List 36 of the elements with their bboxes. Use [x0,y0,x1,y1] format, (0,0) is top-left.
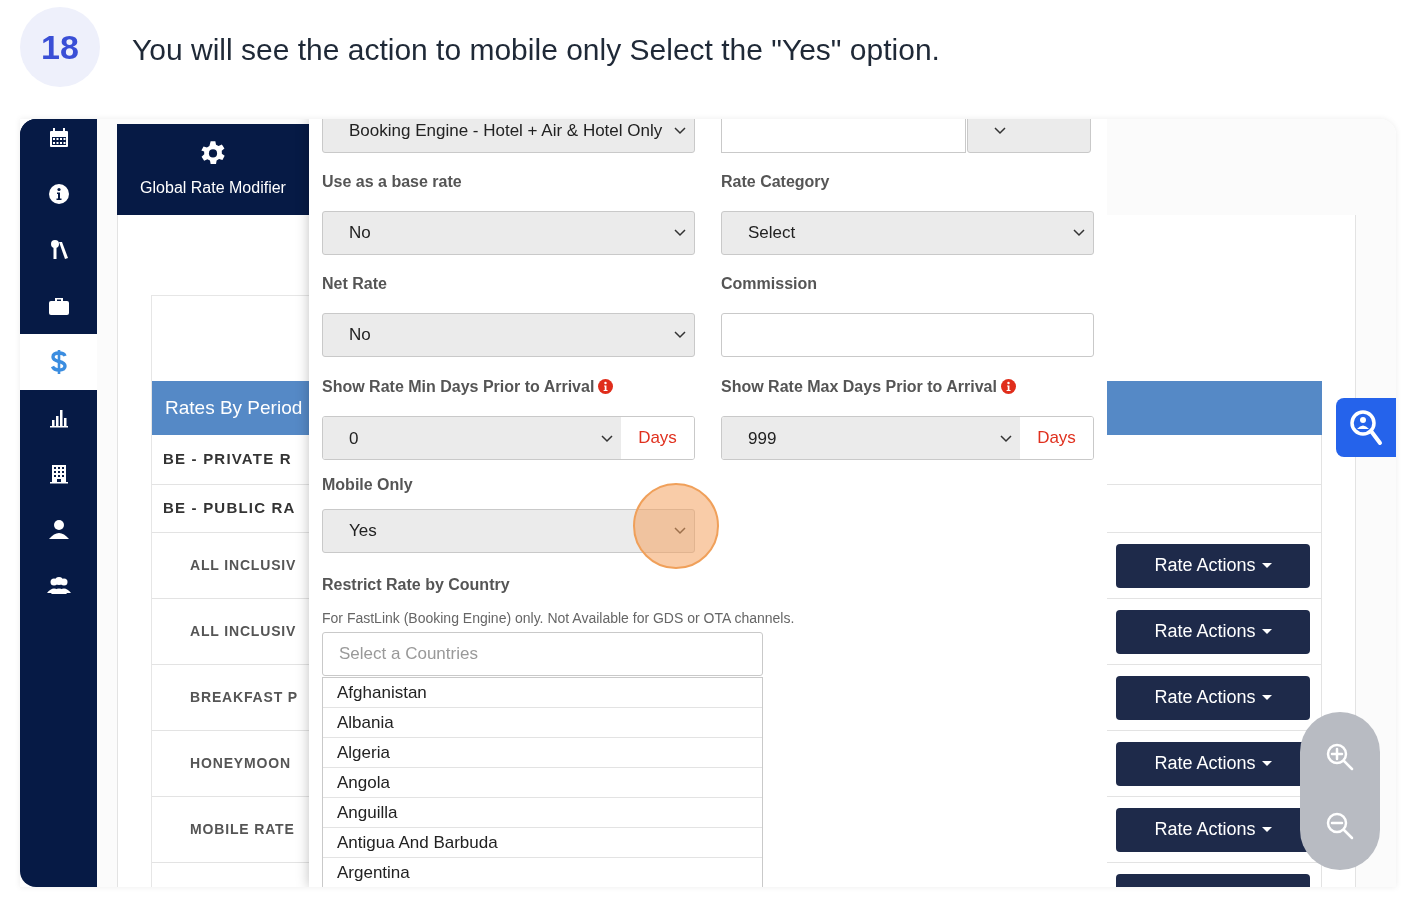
rate-name: ALL INCLUSIV [189,622,297,641]
table-header: Rates By Period [152,381,309,435]
select-field[interactable]: Booking Engine - Hotel + Air & Hotel Only [322,119,695,153]
global-rate-modifier-card[interactable]: Global Rate Modifier [117,124,309,215]
field-label: Mobile Only [322,474,413,495]
rate-name: BREAKFAST P [189,688,299,707]
field-label: Rate Category [721,172,830,192]
help-text: For FastLink (Booking Engine) only. Not Available for GDS or OTA channels. [322,609,796,628]
instruction-text: You will see the action to mobile only Select the "Yes" option. [132,32,940,68]
country-option[interactable]: Afghanistan [323,678,762,708]
rate-group-label: BE - PRIVATE R [162,449,292,470]
rate-actions-button[interactable]: Rate Actions [1116,675,1310,720]
rate-actions-button[interactable]: Rate Actions [1116,543,1310,588]
rate-actions-button[interactable]: Rate Actions [1116,609,1310,654]
rate-name: HONEYMOON [189,754,291,773]
step-number-badge: 18 [20,7,100,87]
select-field[interactable]: Select [721,211,1094,255]
field-label: Show Rate Max Days Prior to Arrival [721,376,997,397]
country-search-field[interactable]: Select a Countries [322,632,763,676]
select-field[interactable]: No [322,313,695,357]
field-label: Net Rate [322,274,387,294]
country-option[interactable]: Angola [323,768,762,798]
field-label: Restrict Rate by Country [322,575,510,595]
rate-group-label: BE - PUBLIC RA [162,498,296,519]
country-option[interactable]: Anguilla [323,798,762,828]
country-option[interactable]: Argentina [323,858,762,887]
select-field[interactable]: No [322,211,695,255]
rate-name: MOBILE RATE [189,820,295,839]
field-label: Commission [721,274,817,294]
rate-name: ALL INCLUSIV [189,556,297,575]
field-label: Show Rate Min Days Prior to Arrival [322,376,595,397]
country-option[interactable]: Algeria [323,738,762,768]
country-option[interactable]: Albania [323,708,762,738]
field-label: Use as a base rate [322,172,462,192]
select-field[interactable]: Yes [322,509,695,553]
country-option[interactable]: Antigua And Barbuda [323,828,762,858]
